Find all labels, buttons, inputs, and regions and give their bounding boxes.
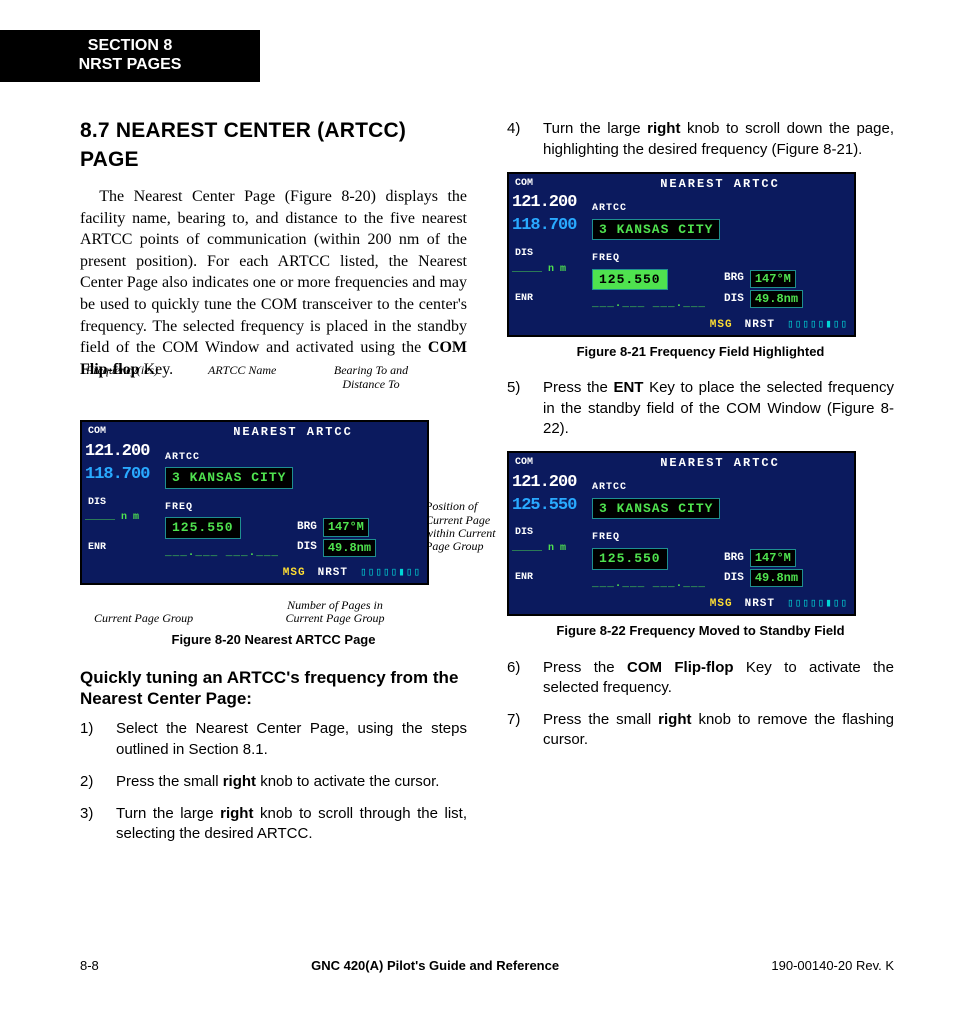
anno-brg-dis: Bearing To and Distance To xyxy=(316,364,426,390)
intro-a: The Nearest Center Page (Figure 8-20) di… xyxy=(80,188,467,356)
figure-8-20-wrap: Frequency(ies) ARTCC Name Bearing To and… xyxy=(80,390,467,625)
anno-position: Position of Current Page within Current … xyxy=(425,500,515,553)
anno-frequencies: Frequency(ies) xyxy=(86,364,158,377)
enr-label: ENR xyxy=(85,539,157,557)
step-num: 3) xyxy=(80,804,102,845)
page-bar: ▯▯▯▯▯▮▯▯ xyxy=(360,566,421,581)
freq-box-highlighted: 125.550 xyxy=(592,269,668,291)
section-tab-line2: NRST PAGES xyxy=(79,56,182,73)
footer-mid: GNC 420(A) Pilot's Guide and Reference xyxy=(311,957,559,975)
freq-box: 125.550 xyxy=(165,517,241,539)
section-tab: SECTION 8 NRST PAGES xyxy=(0,30,260,82)
intro-paragraph: The Nearest Center Page (Figure 8-20) di… xyxy=(80,186,467,380)
fig20-caption: Figure 8-20 Nearest ARTCC Page xyxy=(80,631,467,649)
msg-indicator: MSG xyxy=(283,566,306,581)
steps-left: 1) Select the Nearest Center Page, using… xyxy=(80,719,467,844)
subheading: Quickly tuning an ARTCC's frequency from… xyxy=(80,667,467,710)
dis2-val: 49.8nm xyxy=(323,539,376,557)
avionics-display-20: COM 121.200 118.700 NEAREST ARTCC ARTCC … xyxy=(80,420,429,585)
artcc-box: 3 KANSAS CITY xyxy=(165,467,293,489)
step-num: 4) xyxy=(507,119,529,160)
com-block: COM 121.200 118.700 xyxy=(82,422,159,492)
footer-left: 8-8 xyxy=(80,957,99,975)
left-column: 8.7 NEAREST CENTER (ARTCC) PAGE The Near… xyxy=(80,107,467,856)
step-2: 2) Press the small right knob to activat… xyxy=(80,772,467,792)
step-num: 2) xyxy=(80,772,102,792)
anno-group: Current Page Group xyxy=(94,612,193,625)
step-6: 6) Press the COM Flip-flop Key to activa… xyxy=(507,658,894,699)
steps-right-67: 6) Press the COM Flip-flop Key to activa… xyxy=(507,658,894,751)
step-7: 7) Press the small right knob to remove … xyxy=(507,710,894,751)
brg-label: BRG xyxy=(297,520,317,535)
dis-label: DIS xyxy=(85,494,157,512)
step-3: 3) Turn the large right knob to scroll t… xyxy=(80,804,467,845)
steps-right-top: 4) Turn the large right knob to scroll d… xyxy=(507,119,894,160)
anno-artcc-name: ARTCC Name xyxy=(208,364,276,377)
dis2-label: DIS xyxy=(297,540,317,555)
avionics-display-21: COM 121.200 118.700 NEAREST ARTCC ARTCC … xyxy=(507,172,856,337)
step-text: Select the Nearest Center Page, using th… xyxy=(116,719,467,760)
com-label: COM xyxy=(85,423,157,441)
page-footer: 8-8 GNC 420(A) Pilot's Guide and Referen… xyxy=(80,957,894,975)
brg-val: 147°M xyxy=(323,518,369,536)
com-standby-updated: 125.550 xyxy=(512,495,584,518)
anno-numpages: Number of Pages in Current Page Group xyxy=(270,599,400,625)
display-title: NEAREST ARTCC xyxy=(159,422,427,442)
step-num: 1) xyxy=(80,719,102,760)
com-active: 121.200 xyxy=(85,441,157,464)
fig21-caption: Figure 8-21 Frequency Field Highlighted xyxy=(507,343,894,361)
artcc-label: ARTCC xyxy=(165,452,200,463)
freq-label: FREQ xyxy=(165,502,193,513)
step-4: 4) Turn the large right knob to scroll d… xyxy=(507,119,894,160)
section-tab-line1: SECTION 8 xyxy=(88,37,172,54)
dis-block: DIS _____ n m ENR xyxy=(82,493,159,565)
footer-right: 190-00140-20 Rev. K xyxy=(771,957,894,975)
nrst-indicator: NRST xyxy=(318,566,348,581)
dis-val: _____ n m xyxy=(85,511,157,525)
avionics-display-22: COM 121.200 125.550 NEAREST ARTCC ARTCC … xyxy=(507,451,856,616)
page-heading: 8.7 NEAREST CENTER (ARTCC) PAGE xyxy=(80,117,467,174)
fig22-caption: Figure 8-22 Frequency Moved to Standby F… xyxy=(507,622,894,640)
freq-dashes: ___.___ ___.___ xyxy=(165,547,279,559)
step-1: 1) Select the Nearest Center Page, using… xyxy=(80,719,467,760)
right-column: 4) Turn the large right knob to scroll d… xyxy=(507,107,894,856)
steps-right-5: 5) Press the ENT Key to place the select… xyxy=(507,378,894,439)
com-standby: 118.700 xyxy=(85,464,157,487)
step-5: 5) Press the ENT Key to place the select… xyxy=(507,378,894,439)
